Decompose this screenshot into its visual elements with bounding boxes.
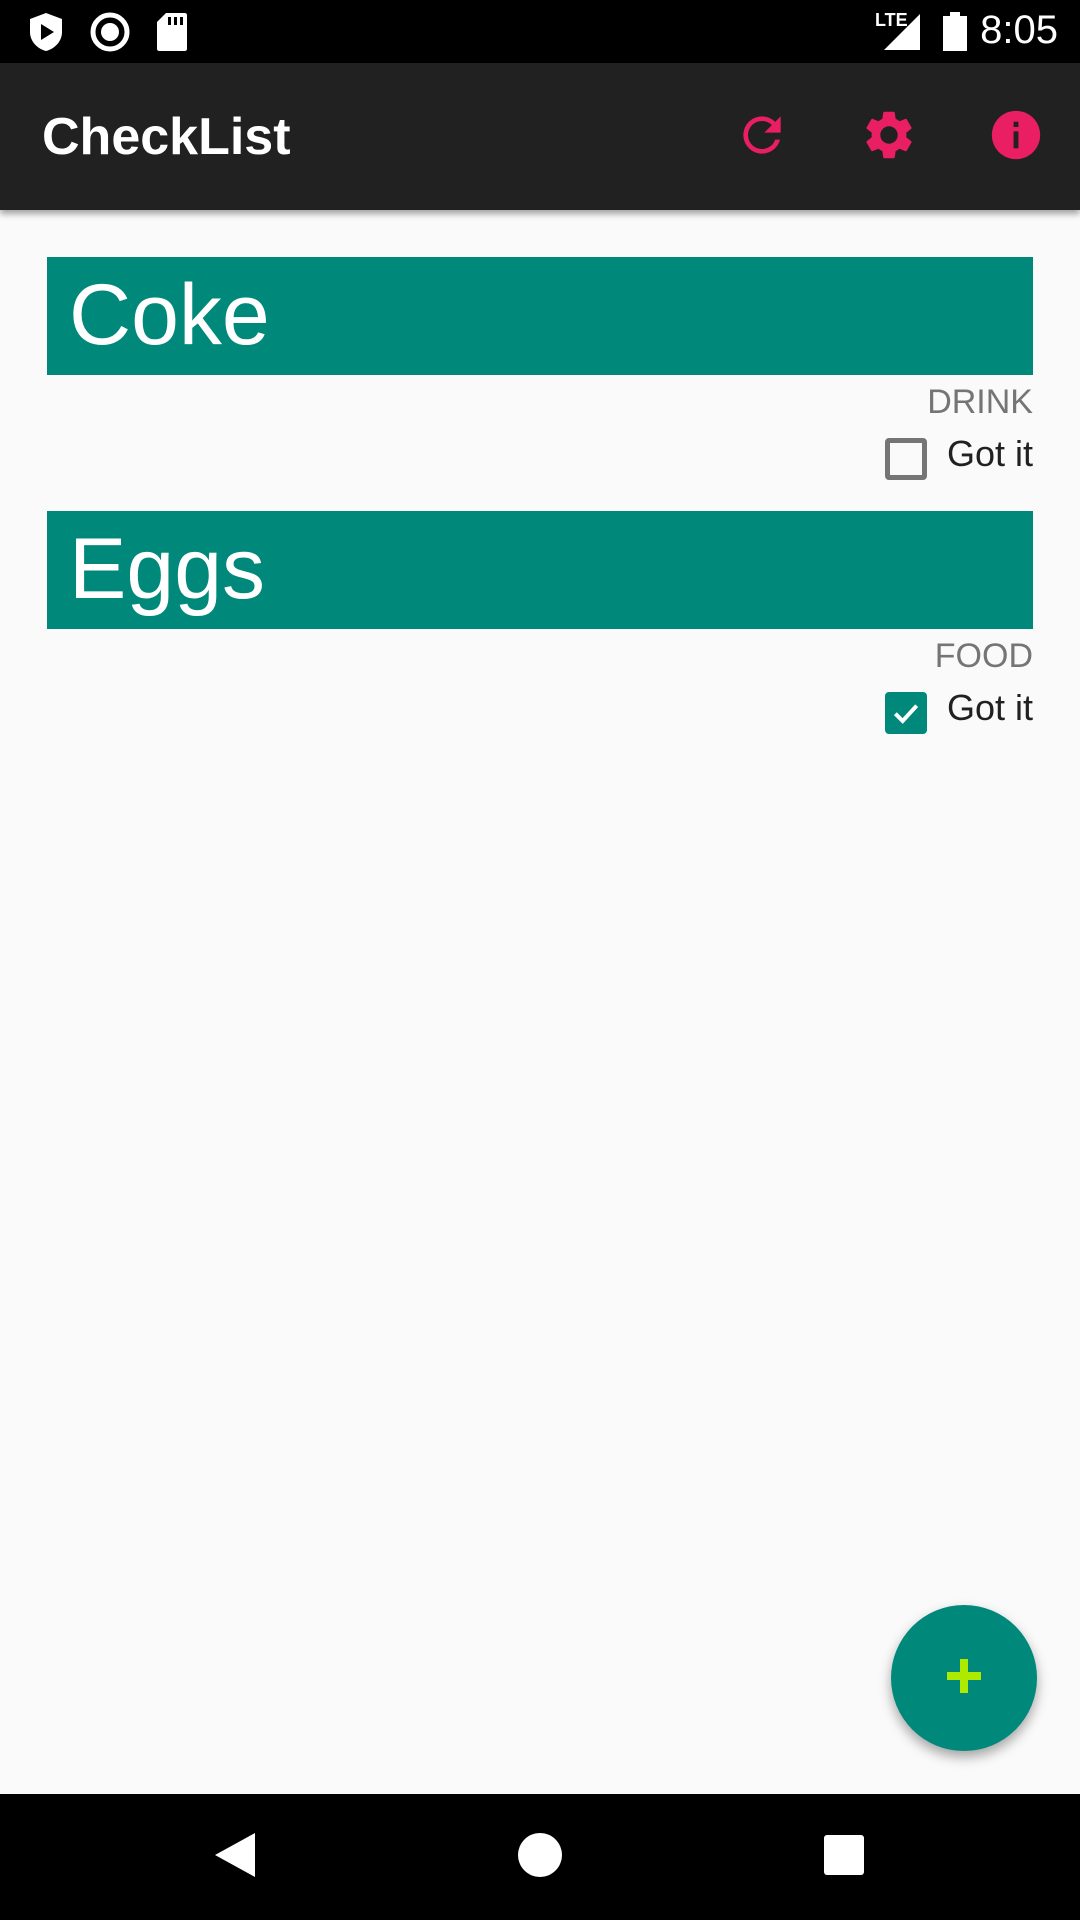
item-name: Eggs: [69, 521, 266, 617]
item-name: Coke: [69, 267, 270, 363]
app-bar: CheckList: [0, 63, 1080, 210]
app-title: CheckList: [42, 108, 291, 166]
checkbox-label: Got it: [946, 687, 1033, 728]
add-item-fab[interactable]: [891, 1605, 1037, 1751]
item-category: DRINK: [927, 383, 1033, 421]
gear-icon: [860, 106, 918, 169]
back-icon: [213, 1831, 257, 1884]
item-banner[interactable]: Coke: [47, 257, 1033, 375]
add-icon: [944, 1656, 984, 1701]
info-icon: [987, 106, 1045, 169]
sd-card-icon: [156, 12, 188, 57]
checklist: Coke DRINK Got it Eggs FOOD Got it: [0, 210, 1080, 734]
recents-button[interactable]: [809, 1822, 879, 1892]
got-it-checkbox[interactable]: Got it: [884, 687, 1033, 734]
home-button[interactable]: [505, 1822, 575, 1892]
recents-icon: [823, 1834, 865, 1881]
checkmark-icon: [893, 704, 919, 724]
status-bar: LTE 8:05: [0, 0, 1080, 63]
list-item: Coke DRINK Got it: [0, 210, 1080, 480]
info-button[interactable]: [978, 99, 1054, 175]
battery-icon: [942, 12, 968, 57]
play-protect-icon: [28, 12, 64, 57]
checkbox-checked[interactable]: [884, 692, 927, 734]
list-item: Eggs FOOD Got it: [0, 464, 1080, 734]
record-icon: [90, 12, 130, 57]
refresh-button[interactable]: [724, 99, 800, 175]
home-icon: [517, 1832, 563, 1883]
signal-icon: [880, 12, 922, 57]
item-banner[interactable]: Eggs: [47, 511, 1033, 629]
navigation-bar: [0, 1794, 1080, 1920]
back-button[interactable]: [200, 1822, 270, 1892]
refresh-icon: [734, 107, 790, 168]
item-category: FOOD: [934, 637, 1033, 675]
status-time: 8:05: [980, 8, 1058, 52]
settings-button[interactable]: [851, 99, 927, 175]
